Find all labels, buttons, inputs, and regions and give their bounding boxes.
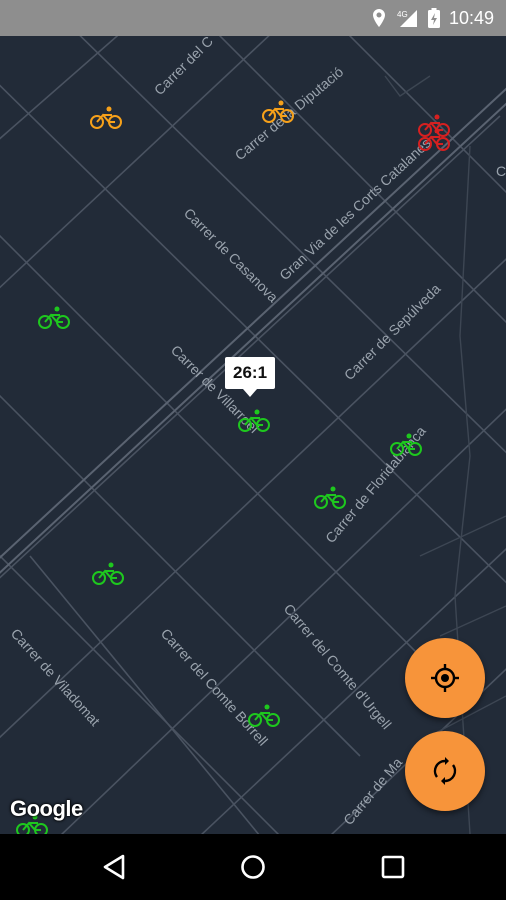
battery-charging-icon xyxy=(427,8,440,28)
station-bike-count: 26:1 xyxy=(233,363,268,382)
bike-station-marker[interactable] xyxy=(262,100,294,124)
bike-station-marker-selected[interactable] xyxy=(238,409,270,433)
street-label-4: Carrer de Casanova xyxy=(181,205,282,306)
street-label-3: Gran Via de les Corts Catalanes xyxy=(276,135,434,283)
bike-station-marker[interactable] xyxy=(92,562,124,586)
bike-station-marker[interactable] xyxy=(390,433,422,457)
svg-text:4G: 4G xyxy=(397,10,408,19)
bike-station-marker[interactable] xyxy=(418,128,450,152)
recents-button[interactable] xyxy=(353,834,433,900)
home-button[interactable] xyxy=(213,834,293,900)
bike-icon xyxy=(314,486,346,509)
signal-4g-icon: 4G xyxy=(397,10,417,27)
refresh-button[interactable] xyxy=(405,731,485,811)
my-location-icon xyxy=(431,664,459,692)
street-label-8: Carrer del Comte d'Urgell xyxy=(281,601,395,733)
bike-icon xyxy=(90,106,122,129)
bike-station-marker[interactable] xyxy=(90,106,122,130)
bike-station-marker[interactable] xyxy=(314,486,346,510)
street-label-1: Carrer del C xyxy=(151,36,216,98)
bike-icon xyxy=(262,100,294,123)
bike-station-marker[interactable] xyxy=(248,704,280,728)
status-time: 10:49 xyxy=(448,7,494,28)
bike-icon xyxy=(248,704,280,727)
street-label-12: C xyxy=(496,163,506,179)
station-info-tooltip[interactable]: 26:1 xyxy=(225,357,276,397)
my-location-button[interactable] xyxy=(405,638,485,718)
bike-station-marker[interactable] xyxy=(38,306,70,330)
bike-icon xyxy=(92,562,124,585)
navigation-bar xyxy=(0,834,506,900)
location-icon xyxy=(372,9,385,27)
back-icon xyxy=(103,854,125,880)
street-label-10: Carrer de Viladomat xyxy=(8,625,104,729)
street-label-11: Carrer de Ma xyxy=(340,754,405,828)
back-button[interactable] xyxy=(74,834,154,900)
bike-icon xyxy=(418,128,450,151)
status-bar: 4G 10:49 xyxy=(0,0,506,36)
bike-icon xyxy=(238,409,270,432)
bike-icon xyxy=(390,433,422,456)
home-icon xyxy=(241,855,265,879)
refresh-icon xyxy=(433,757,457,785)
bike-icon xyxy=(38,306,70,329)
google-logo: Google xyxy=(10,796,83,821)
recents-icon xyxy=(381,855,405,879)
